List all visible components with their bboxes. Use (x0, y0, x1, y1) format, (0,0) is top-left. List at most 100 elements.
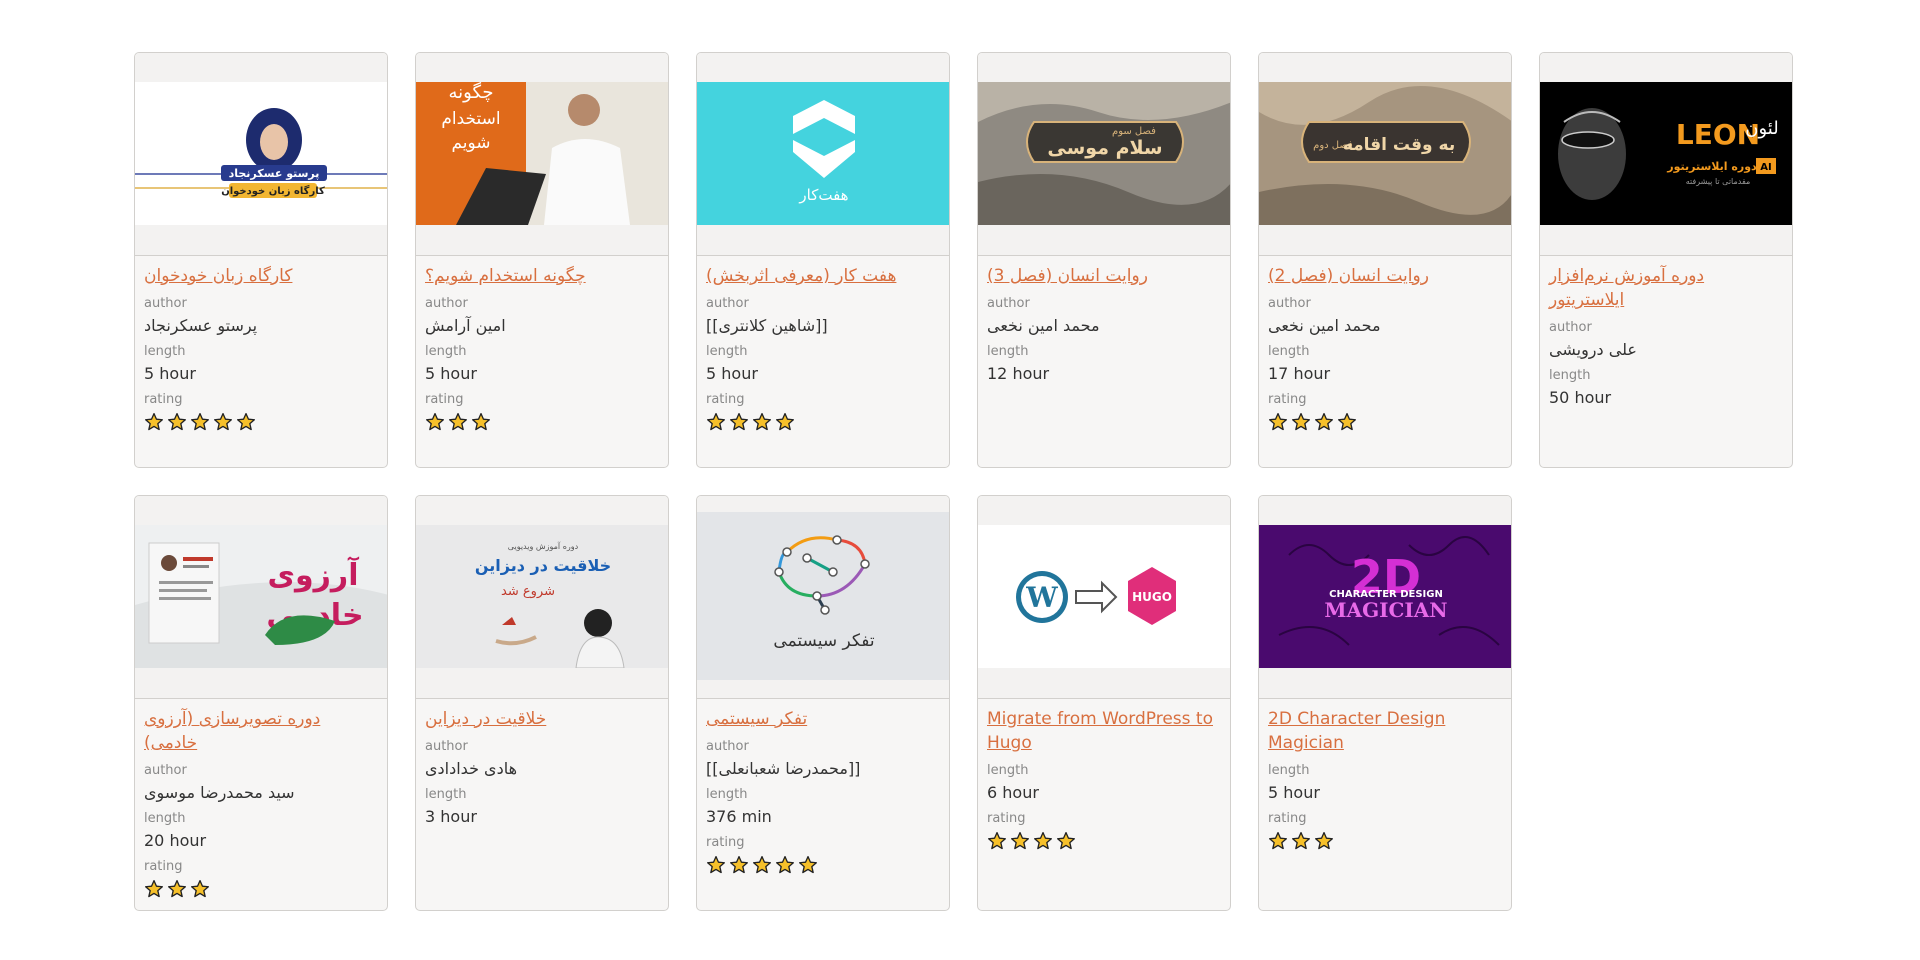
course-title-link[interactable]: دوره تصویرسازی (آرزوی خادمی) (144, 707, 378, 755)
rating-label: rating (1268, 392, 1307, 407)
length-label: length (987, 344, 1029, 359)
length-value: 3 hour (425, 807, 477, 826)
rating-stars (1268, 412, 1502, 436)
star-icon (753, 856, 771, 874)
svg-text:W: W (1025, 581, 1058, 614)
length-label: length (425, 787, 467, 802)
course-card: LEON لئون AI دوره ایلاستریتور مقدماتی تا… (1539, 52, 1793, 468)
author-value: علی درویشی (1549, 340, 1637, 359)
rating-label: rating (144, 392, 183, 407)
star-icon (191, 413, 209, 431)
star-icon (168, 880, 186, 898)
length-label: length (144, 811, 186, 826)
course-title-link[interactable]: تفکر سیستمی (706, 707, 940, 731)
rating-stars (144, 879, 378, 903)
thumbnail-image: LEON لئون AI دوره ایلاستریتور مقدماتی تا… (1540, 82, 1792, 225)
length-label: length (706, 344, 748, 359)
svg-text:استخدام: استخدام (441, 109, 500, 129)
star-icon (1057, 832, 1075, 850)
rating-label: rating (706, 835, 745, 850)
author-value: هادی خدادادی (425, 759, 517, 778)
rating-stars (144, 412, 378, 436)
svg-text:کارگاه زبان خودخوان: کارگاه زبان خودخوان (221, 184, 325, 197)
course-title-link[interactable]: هفت کار (معرفی اثربخش) (706, 264, 940, 288)
course-thumbnail[interactable]: 2D CHARACTER DESIGN MAGICIAN (1259, 496, 1511, 699)
star-icon (449, 413, 467, 431)
star-icon (145, 880, 163, 898)
star-icon (988, 832, 1006, 850)
course-thumbnail[interactable]: تفکر سیستمی (697, 496, 949, 699)
star-icon (1011, 832, 1029, 850)
star-icon (799, 856, 817, 874)
length-value: 5 hour (425, 364, 477, 383)
course-card: تفکر سیستمی تفکر سیستمی author [[محمدرضا… (696, 495, 950, 911)
svg-text:به وقت اقامه: به وقت اقامه (1343, 135, 1455, 155)
length-label: length (144, 344, 186, 359)
svg-text:HUGO: HUGO (1132, 590, 1172, 604)
rating-label: rating (987, 811, 1026, 826)
course-title-link[interactable]: روایت انسان (فصل 2) (1268, 264, 1502, 288)
course-title-link[interactable]: Migrate from WordPress to Hugo (987, 707, 1221, 755)
course-thumbnail[interactable]: W HUGO (978, 496, 1230, 699)
star-icon (168, 413, 186, 431)
course-title-link[interactable]: چگونه استخدام شویم؟ (425, 264, 659, 288)
course-title-link[interactable]: کارگاه زبان خودخوان (144, 264, 378, 288)
star-icon (1292, 413, 1310, 431)
author-value: امین آرامش (425, 316, 506, 335)
course-thumbnail[interactable]: آرزوی خادمی (135, 496, 387, 699)
svg-text:تفکر سیستمی: تفکر سیستمی (773, 631, 874, 651)
course-thumbnail[interactable]: فصل سوم سلام موسی (978, 53, 1230, 256)
author-value: محمد امین نخعی (987, 316, 1100, 335)
course-card: فصل دوم به وقت اقامه روایت انسان (فصل 2)… (1258, 52, 1512, 468)
svg-text:AI: AI (1760, 162, 1771, 173)
svg-text:آرزوی: آرزوی (268, 556, 360, 593)
svg-text:چگونه: چگونه (448, 82, 493, 103)
svg-text:پرستو عسکرنجاد: پرستو عسکرنجاد (229, 167, 320, 180)
svg-text:هفت‌کار: هفت‌کار (798, 186, 848, 204)
course-thumbnail[interactable]: هفت‌کار (697, 53, 949, 256)
course-title-link[interactable]: روایت انسان (فصل 3) (987, 264, 1221, 288)
star-icon (1292, 832, 1310, 850)
course-thumbnail[interactable]: فصل دوم به وقت اقامه (1259, 53, 1511, 256)
course-card: هفت‌کار هفت کار (معرفی اثربخش) author [[… (696, 52, 950, 468)
length-label: length (987, 763, 1029, 778)
course-card: آرزوی خادمی دوره تصویرسازی (آرزوی خادمی)… (134, 495, 388, 911)
course-title-link[interactable]: خلاقیت در دیزاین (425, 707, 659, 731)
thumbnail-image: هفت‌کار (697, 82, 949, 225)
rating-label: rating (706, 392, 745, 407)
star-icon (191, 880, 209, 898)
course-title-link[interactable]: 2D Character Design Magician (1268, 707, 1502, 755)
length-value: 20 hour (144, 831, 207, 850)
course-thumbnail[interactable]: چگونه استخدام شویم (416, 53, 668, 256)
course-thumbnail[interactable]: پرستو عسکرنجاد کارگاه زبان خودخوان (135, 53, 387, 256)
svg-text:خلاقیت در دیزاین: خلاقیت در دیزاین (475, 556, 611, 575)
course-grid: پرستو عسکرنجاد کارگاه زبان خودخوان کارگا… (134, 52, 1793, 911)
star-icon (1338, 413, 1356, 431)
thumbnail-image: 2D CHARACTER DESIGN MAGICIAN (1259, 525, 1511, 668)
length-label: length (425, 344, 467, 359)
course-card: فصل سوم سلام موسی روایت انسان (فصل 3) au… (977, 52, 1231, 468)
star-icon (730, 413, 748, 431)
star-icon (1034, 832, 1052, 850)
course-title-link[interactable]: دوره آموزش نرم‌افزار ایلاستریتور (1549, 264, 1783, 312)
rating-label: rating (425, 392, 464, 407)
length-value: 5 hour (1268, 783, 1320, 802)
length-value: 5 hour (706, 364, 758, 383)
course-thumbnail[interactable]: LEON لئون AI دوره ایلاستریتور مقدماتی تا… (1540, 53, 1792, 256)
thumbnail-image: دوره آموزش ویدیویی خلاقیت در دیزاین شروع… (416, 525, 668, 668)
author-label: author (706, 739, 749, 754)
thumbnail-image: فصل سوم سلام موسی (978, 82, 1230, 225)
author-label: author (1268, 296, 1311, 311)
svg-text:دوره آموزش ویدیویی: دوره آموزش ویدیویی (508, 541, 579, 551)
svg-text:مقدماتی تا پیشرفته: مقدماتی تا پیشرفته (1686, 177, 1751, 186)
star-icon (776, 413, 794, 431)
svg-text:فصل سوم: فصل سوم (1112, 126, 1156, 137)
course-card: چگونه استخدام شویم چگونه استخدام شویم؟ a… (415, 52, 669, 468)
course-card: W HUGO Migrate from WordPress to Hugo le… (977, 495, 1231, 911)
author-label: author (987, 296, 1030, 311)
author-value: سید محمدرضا موسوی (144, 783, 295, 802)
length-value: 376 min (706, 807, 772, 826)
course-thumbnail[interactable]: دوره آموزش ویدیویی خلاقیت در دیزاین شروع… (416, 496, 668, 699)
length-label: length (706, 787, 748, 802)
length-value: 17 hour (1268, 364, 1331, 383)
